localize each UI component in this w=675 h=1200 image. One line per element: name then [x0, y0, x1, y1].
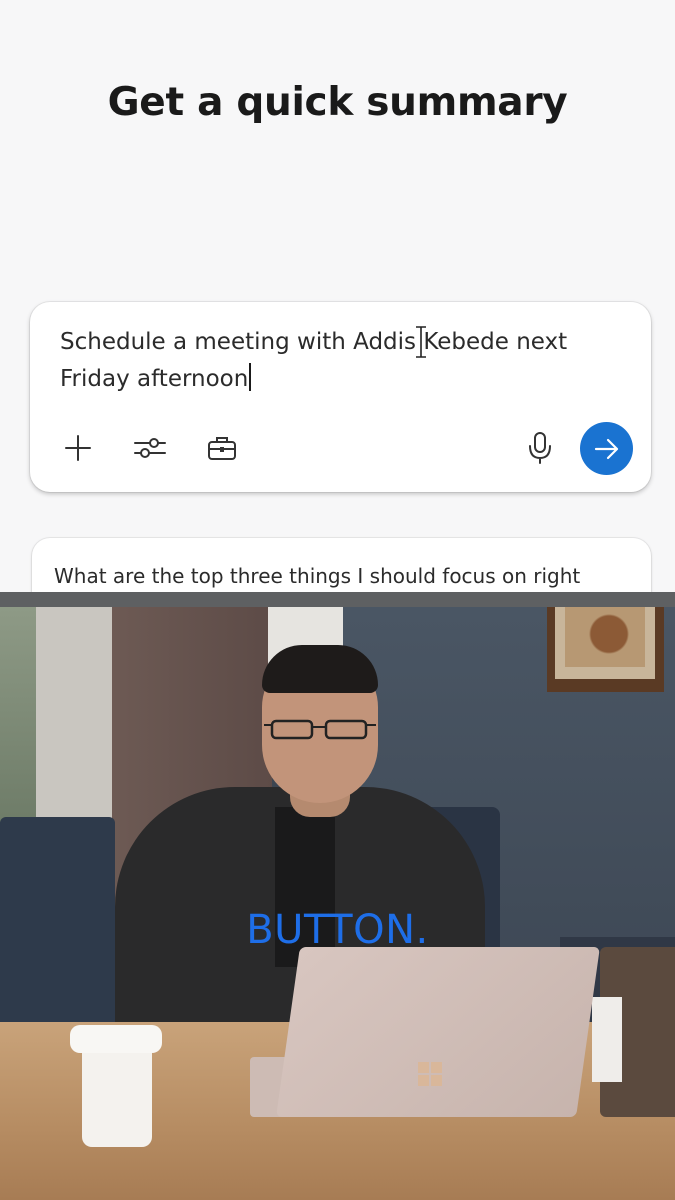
- prompt-composer[interactable]: Schedule a meeting with Addis Kebede nex…: [30, 302, 651, 492]
- presenter-video: BUTTON.: [0, 607, 675, 1200]
- copilot-app-panel: Get a quick summary Schedule a meeting w…: [0, 0, 675, 592]
- windows-logo-icon: [418, 1062, 442, 1086]
- plus-icon: [65, 435, 91, 461]
- settings-button[interactable]: [132, 430, 168, 466]
- sliders-icon: [134, 438, 166, 458]
- add-button[interactable]: [60, 430, 96, 466]
- coffee-cup-right: [592, 997, 622, 1082]
- voice-button[interactable]: [522, 430, 558, 466]
- coffee-cup-lid: [70, 1025, 162, 1053]
- page-title: Get a quick summary: [107, 80, 568, 125]
- video-caption: BUTTON.: [246, 907, 429, 953]
- painting: [565, 607, 645, 667]
- suggestion-card[interactable]: What are the top three things I should f…: [32, 538, 651, 592]
- suggestion-text: What are the top three things I should f…: [54, 564, 581, 588]
- arrow-right-icon: [594, 438, 618, 459]
- text-caret: [249, 363, 252, 391]
- laptop-lid: [276, 947, 600, 1117]
- prompt-input-text: Schedule a meeting with Addis Kebede nex…: [60, 329, 568, 392]
- briefcase-icon: [208, 437, 236, 460]
- presenter-hair: [262, 645, 378, 693]
- prompt-input[interactable]: Schedule a meeting with Addis Kebede nex…: [60, 324, 620, 398]
- tools-button[interactable]: [204, 430, 240, 466]
- send-button[interactable]: [580, 422, 633, 475]
- glasses-icon: [264, 719, 376, 740]
- split-divider: [0, 592, 675, 607]
- microphone-icon: [529, 432, 551, 464]
- window: [0, 607, 40, 837]
- ibeam-cursor-icon: [416, 326, 426, 358]
